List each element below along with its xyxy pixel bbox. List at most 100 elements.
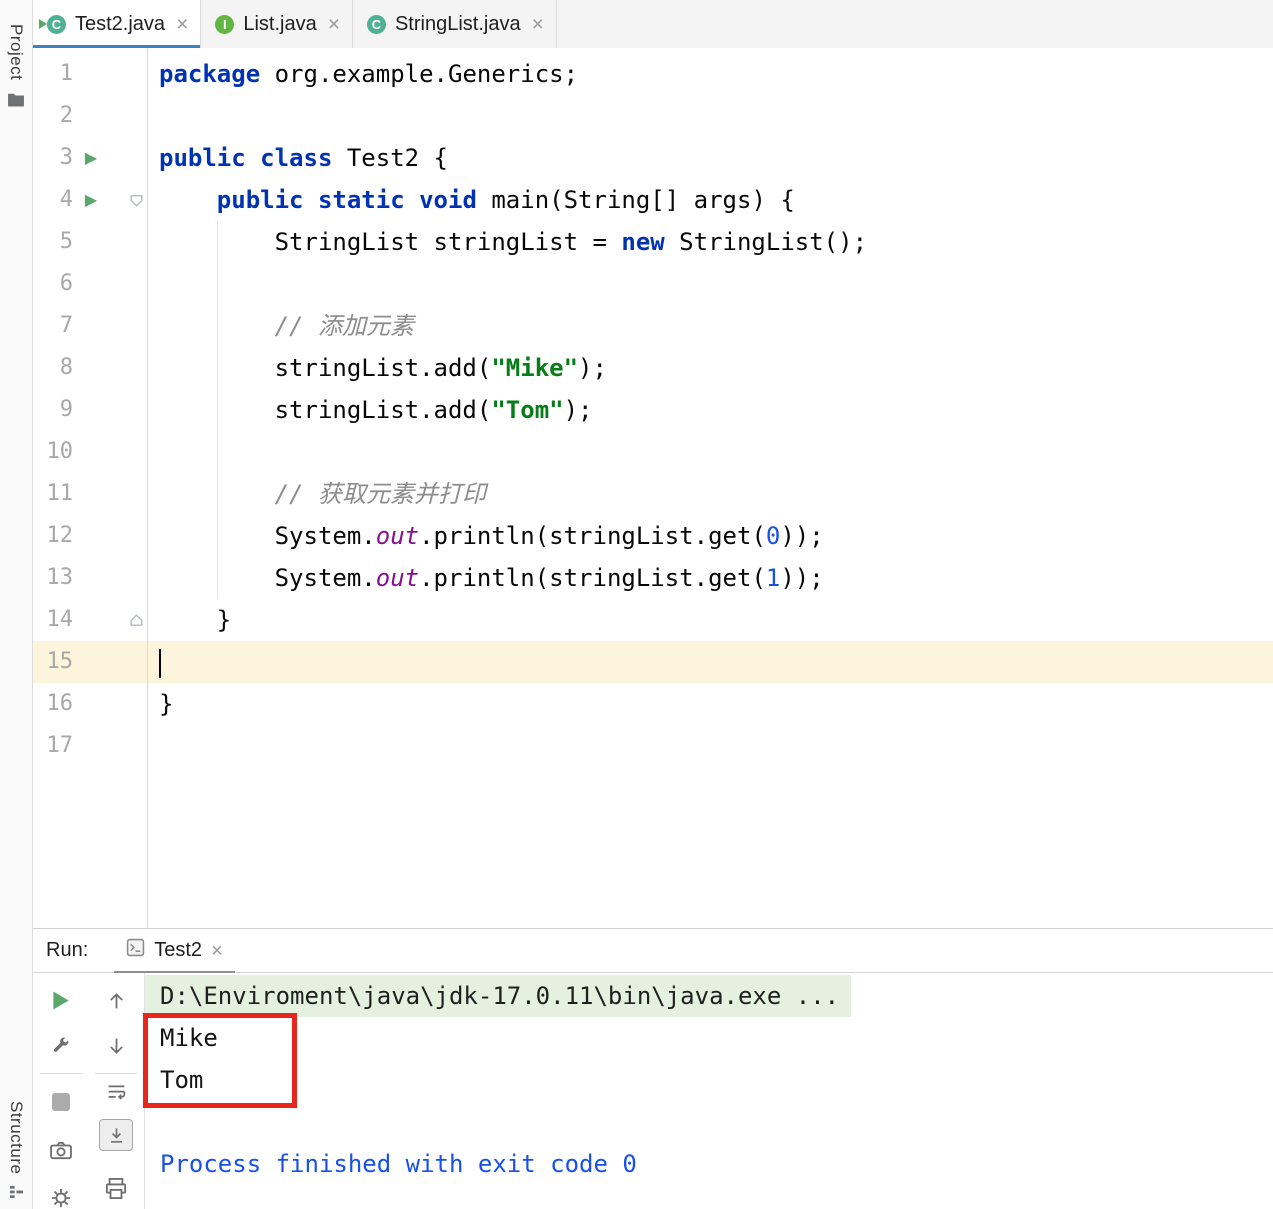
code-line[interactable]: 13 System.out.println(stringList.get(1))… [33, 557, 1273, 599]
fold-slot [109, 641, 147, 683]
structure-tool-button[interactable]: Structure [6, 1101, 26, 1174]
code-text[interactable]: System.out.println(stringList.get(1)); [147, 557, 1273, 599]
code-text[interactable]: public static void main(String[] args) { [147, 179, 1273, 221]
close-icon[interactable]: × [532, 14, 544, 35]
code-line[interactable]: 3▶public class Test2 { [33, 137, 1273, 179]
icon-letter: C [372, 17, 381, 32]
editor[interactable]: 1package org.example.Generics;23▶public … [33, 48, 1273, 928]
gutter-icon-slot [73, 725, 109, 767]
fold-slot [109, 599, 147, 641]
tab-label: StringList.java [395, 13, 521, 36]
toolbar-separator [95, 1073, 137, 1074]
line-number: 5 [33, 221, 73, 263]
fold-slot [109, 263, 147, 305]
code-text[interactable]: // 添加元素 [147, 305, 1273, 347]
up-arrow-icon[interactable] [101, 987, 131, 1013]
fold-slot [109, 221, 147, 263]
code-line[interactable]: 10 [33, 431, 1273, 473]
fold-slot [109, 137, 147, 179]
project-tool-button[interactable]: Project [6, 24, 26, 80]
class-icon: C [47, 15, 66, 34]
code-text[interactable]: stringList.add("Mike"); [147, 347, 1273, 389]
camera-icon[interactable] [46, 1137, 76, 1163]
code-line[interactable]: 9 stringList.add("Tom"); [33, 389, 1273, 431]
code-text[interactable]: // 获取元素并打印 [147, 473, 1273, 515]
build-icon[interactable] [46, 1033, 76, 1059]
code-line[interactable]: 2 [33, 95, 1273, 137]
close-icon[interactable]: × [328, 14, 340, 35]
soft-wrap-icon[interactable] [101, 1079, 131, 1105]
close-icon[interactable]: × [211, 941, 223, 961]
run-icon[interactable]: ▶ [85, 150, 97, 166]
fold-up-icon[interactable] [128, 612, 145, 629]
gutter-icon-slot [73, 305, 109, 347]
code-text[interactable]: } [147, 599, 1273, 641]
code-text[interactable]: package org.example.Generics; [147, 53, 1273, 95]
console-output[interactable]: D:\Enviroment\java\jdk-17.0.11\bin\java.… [145, 973, 1273, 1209]
gutter-icon-slot [73, 599, 109, 641]
run-tab-test2[interactable]: Test2 × [114, 929, 235, 973]
structure-icon[interactable] [9, 1184, 24, 1199]
code-line[interactable]: 6 [33, 263, 1273, 305]
fold-slot [109, 725, 147, 767]
folder-icon[interactable] [7, 92, 25, 107]
code-text[interactable] [147, 725, 1273, 767]
code-line[interactable]: 1package org.example.Generics; [33, 53, 1273, 95]
icon-letter: C [52, 17, 61, 32]
line-number: 9 [33, 389, 73, 431]
tab-stringlist-java[interactable]: C StringList.java × [353, 0, 557, 48]
code-text[interactable]: } [147, 683, 1273, 725]
run-body: D:\Enviroment\java\jdk-17.0.11\bin\java.… [33, 973, 1273, 1209]
toolbar-separator [40, 1073, 82, 1074]
code-text[interactable]: StringList stringList = new StringList()… [147, 221, 1273, 263]
tab-label: Test2.java [75, 13, 165, 36]
interface-icon: I [215, 15, 234, 34]
down-arrow-icon[interactable] [101, 1033, 131, 1059]
code-text[interactable]: System.out.println(stringList.get(0)); [147, 515, 1273, 557]
code-text[interactable] [147, 263, 1273, 305]
tab-list-java[interactable]: I List.java × [201, 0, 353, 48]
line-number: 17 [33, 725, 73, 767]
line-number: 10 [33, 431, 73, 473]
close-icon[interactable]: × [176, 14, 188, 35]
settings-gear-icon[interactable] [46, 1185, 76, 1209]
console-line: Mike [160, 1017, 1273, 1059]
line-number: 14 [33, 599, 73, 641]
class-icon: C [367, 15, 386, 34]
indent-guide [217, 221, 218, 599]
editor-lines: 1package org.example.Generics;23▶public … [33, 48, 1273, 767]
code-line[interactable]: 16} [33, 683, 1273, 725]
run-toolbar [33, 973, 145, 1209]
console-line: D:\Enviroment\java\jdk-17.0.11\bin\java.… [160, 975, 1273, 1017]
code-line[interactable]: 5 StringList stringList = new StringList… [33, 221, 1273, 263]
code-line[interactable]: 17 [33, 725, 1273, 767]
fold-slot [109, 347, 147, 389]
gutter-icon-slot [73, 221, 109, 263]
code-text[interactable] [147, 431, 1273, 473]
code-line[interactable]: 12 System.out.println(stringList.get(0))… [33, 515, 1273, 557]
run-icon[interactable]: ▶ [85, 192, 97, 208]
rerun-button[interactable] [46, 987, 76, 1013]
fold-slot [109, 53, 147, 95]
tab-test2-java[interactable]: C Test2.java × [33, 0, 201, 48]
code-line[interactable]: 15 [33, 641, 1273, 683]
fold-slot [109, 431, 147, 473]
run-header: Run: Test2 × [33, 929, 1273, 973]
tab-label: List.java [243, 13, 316, 36]
code-text[interactable] [147, 641, 1273, 683]
code-line[interactable]: 7 // 添加元素 [33, 305, 1273, 347]
fold-down-icon[interactable] [128, 192, 145, 209]
code-text[interactable]: stringList.add("Tom"); [147, 389, 1273, 431]
code-text[interactable] [147, 95, 1273, 137]
print-icon[interactable] [101, 1175, 131, 1201]
gutter-icon-slot [73, 431, 109, 473]
code-line[interactable]: 14 } [33, 599, 1273, 641]
stop-button[interactable] [46, 1089, 76, 1115]
code-line[interactable]: 8 stringList.add("Mike"); [33, 347, 1273, 389]
code-line[interactable]: 11 // 获取元素并打印 [33, 473, 1273, 515]
code-text[interactable]: public class Test2 { [147, 137, 1273, 179]
scroll-to-end-button[interactable] [99, 1119, 133, 1151]
run-toolbar-col-1 [33, 973, 89, 1209]
code-line[interactable]: 4 ▶ public static void main(String[] args… [33, 179, 1273, 221]
line-number: 4 [33, 179, 73, 221]
